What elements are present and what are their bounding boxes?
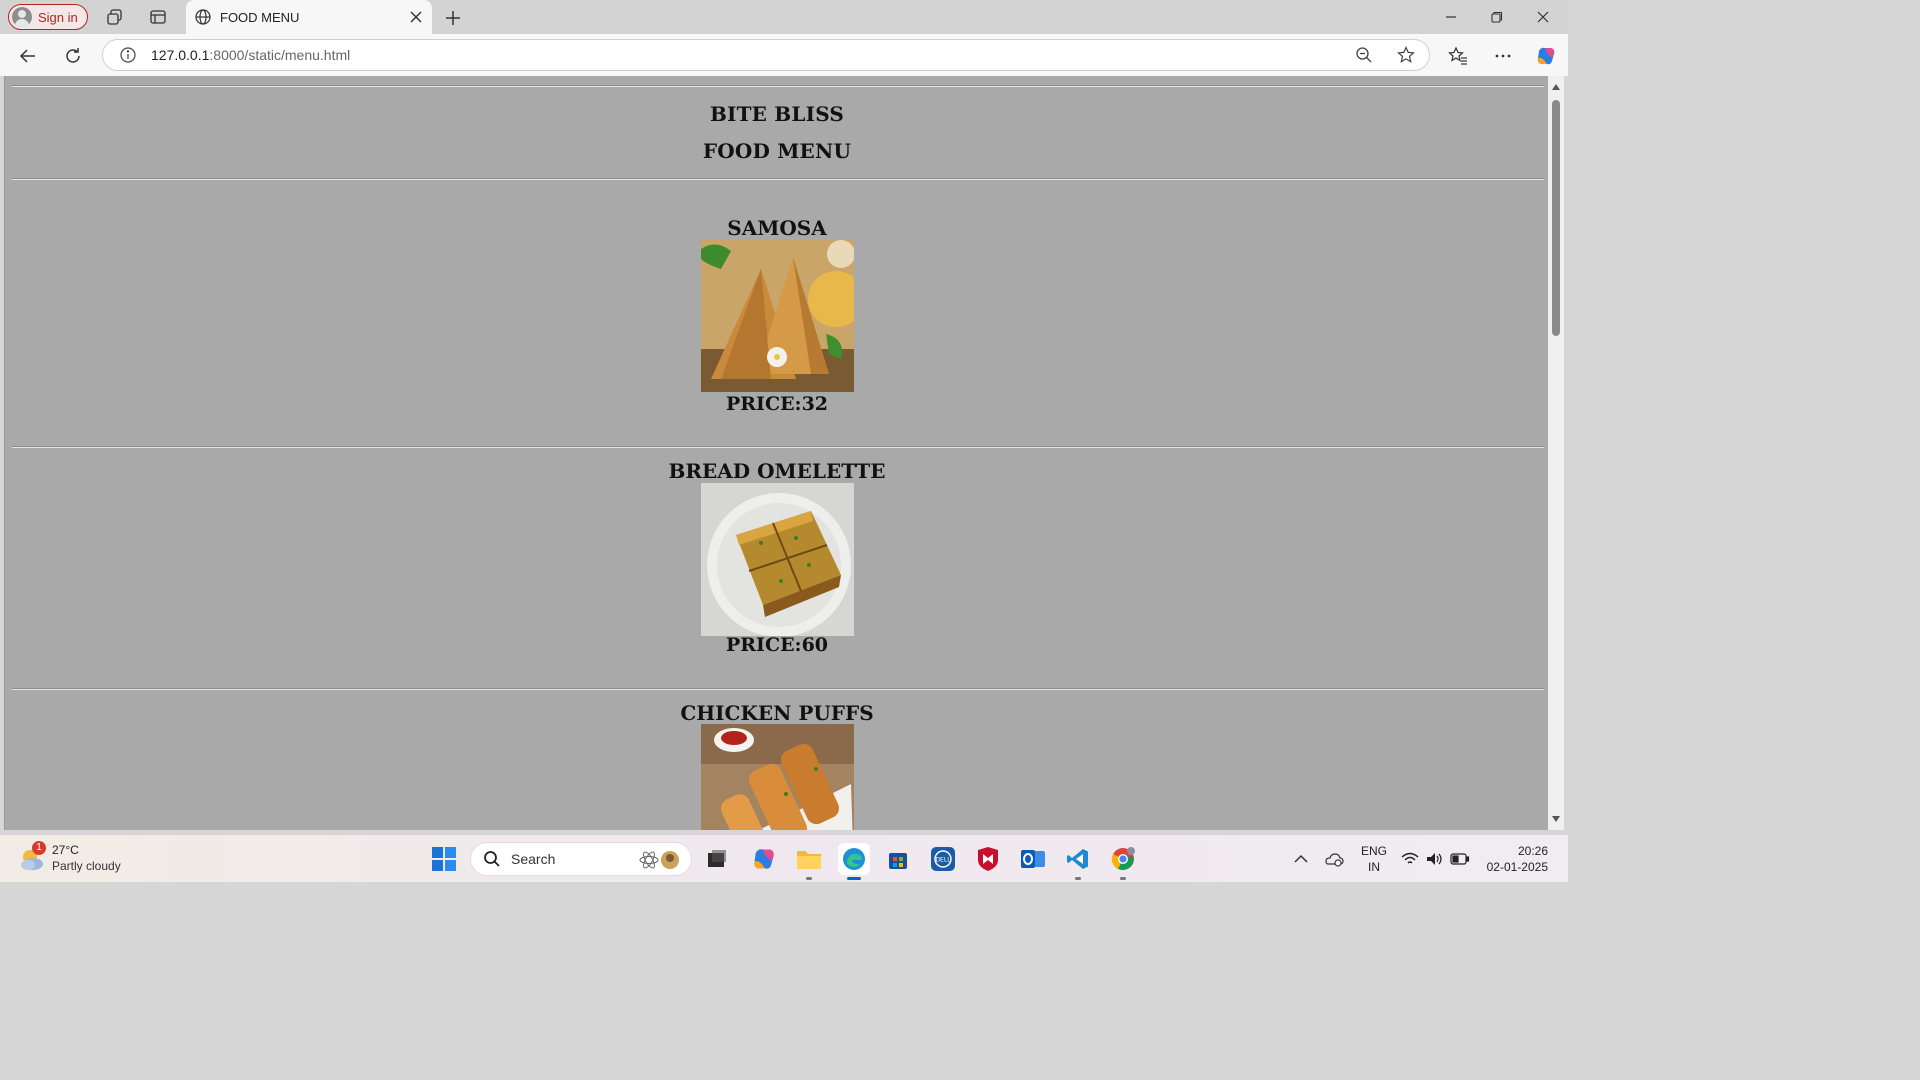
favorites-icon[interactable] [1446, 44, 1470, 68]
battery-icon[interactable] [1450, 849, 1470, 869]
item-price-samosa: PRICE:32 [725, 393, 829, 415]
taskbar-search[interactable]: Search [470, 842, 692, 876]
close-tab-icon[interactable] [406, 7, 426, 27]
address-bar[interactable]: 127.0.0.1:8000/static/menu.html [102, 39, 1430, 71]
task-view-icon[interactable] [700, 843, 732, 875]
chicken-puffs-image [701, 724, 854, 830]
mcafee-icon[interactable] [972, 843, 1004, 875]
site-info-icon[interactable] [119, 46, 137, 64]
running-indicator [1075, 877, 1081, 880]
vscode-icon[interactable] [1062, 843, 1094, 875]
wifi-icon[interactable] [1400, 849, 1420, 869]
store-icon[interactable] [882, 843, 914, 875]
volume-icon[interactable] [1425, 849, 1445, 869]
divider [12, 85, 1544, 87]
outlook-icon[interactable] [1017, 843, 1049, 875]
scroll-up-icon[interactable] [1551, 82, 1561, 92]
divider [12, 178, 1544, 180]
samosa-image [701, 239, 854, 392]
restore-icon[interactable] [1486, 6, 1508, 28]
menu-title: FOOD MENU [702, 139, 852, 163]
svg-text:DELL: DELL [935, 857, 951, 864]
item-name-chicken-puffs: CHICKEN PUFFS [680, 701, 874, 725]
active-app-indicator [847, 877, 861, 880]
zoom-out-icon[interactable] [1355, 46, 1373, 64]
onedrive-icon[interactable] [1324, 849, 1344, 869]
search-highlight-icon [639, 851, 679, 869]
edge-icon[interactable] [838, 843, 870, 875]
page-scrollbar[interactable] [1548, 76, 1564, 830]
tab-food-menu[interactable]: FOOD MENU [186, 0, 432, 34]
favorite-star-icon[interactable] [1397, 46, 1415, 64]
minimize-icon[interactable] [1440, 6, 1462, 28]
workspaces-icon[interactable] [105, 7, 125, 27]
copilot-app-icon[interactable] [748, 843, 780, 875]
start-icon[interactable] [428, 843, 460, 875]
chevron-up-icon[interactable] [1291, 849, 1311, 869]
more-options-icon[interactable] [1491, 44, 1515, 68]
new-tab-icon[interactable] [442, 7, 464, 29]
divider [12, 688, 1544, 690]
close-window-icon[interactable] [1532, 6, 1554, 28]
globe-icon [195, 9, 211, 25]
running-indicator [806, 877, 812, 880]
tab-actions-icon[interactable] [148, 7, 168, 27]
page-viewport: BITE BLISS FOOD MENU SAMOSA PRICE:32 BRE… [4, 76, 1548, 830]
scroll-down-icon[interactable] [1551, 814, 1561, 824]
file-explorer-icon[interactable] [793, 843, 825, 875]
clock[interactable]: 20:26 02-01-2025 [1478, 843, 1548, 875]
url-text: 127.0.0.1:8000/static/menu.html [151, 47, 350, 63]
item-name-samosa: SAMOSA [727, 216, 827, 240]
sign-in-label: Sign in [38, 9, 78, 25]
clock-date: 02-01-2025 [1486, 860, 1548, 874]
temperature: 27°C [52, 843, 79, 857]
sign-in-button[interactable]: Sign in [8, 4, 88, 30]
avatar [12, 7, 32, 27]
back-icon[interactable] [16, 44, 40, 68]
restaurant-name: BITE BLISS [709, 102, 845, 126]
item-price-bread-omelette: PRICE:60 [725, 634, 829, 656]
url-path: :8000/static/menu.html [209, 47, 351, 63]
language-code: ENG [1360, 844, 1387, 858]
divider [12, 446, 1544, 448]
item-name-bread-omelette: BREAD OMELETTE [668, 459, 886, 483]
search-icon [484, 851, 500, 867]
weather-widget[interactable]: 1 27°C Partly cloudy [18, 841, 158, 877]
tab-strip: Sign in FOOD MENU [0, 0, 1568, 34]
browser-toolbar: 127.0.0.1:8000/static/menu.html [0, 34, 1568, 76]
taskbar: 1 27°C Partly cloudy Search DELL ENG IN … [0, 834, 1568, 882]
url-host: 127.0.0.1 [151, 47, 210, 63]
language-indicator[interactable]: ENG IN [1358, 843, 1390, 875]
bread-omelette-image [701, 483, 854, 636]
running-indicator [1120, 877, 1126, 880]
clock-time: 20:26 [1517, 844, 1548, 858]
tab-title: FOOD MENU [220, 9, 300, 25]
search-label: Search [511, 851, 556, 867]
refresh-icon[interactable] [61, 44, 85, 68]
weather-badge: 1 [32, 841, 46, 855]
copilot-icon[interactable] [1534, 44, 1558, 68]
scrollbar-thumb[interactable] [1552, 100, 1560, 336]
dell-icon[interactable]: DELL [927, 843, 959, 875]
chrome-icon[interactable] [1107, 843, 1139, 875]
weather-condition: Partly cloudy [52, 859, 121, 873]
region-code: IN [1368, 860, 1380, 874]
